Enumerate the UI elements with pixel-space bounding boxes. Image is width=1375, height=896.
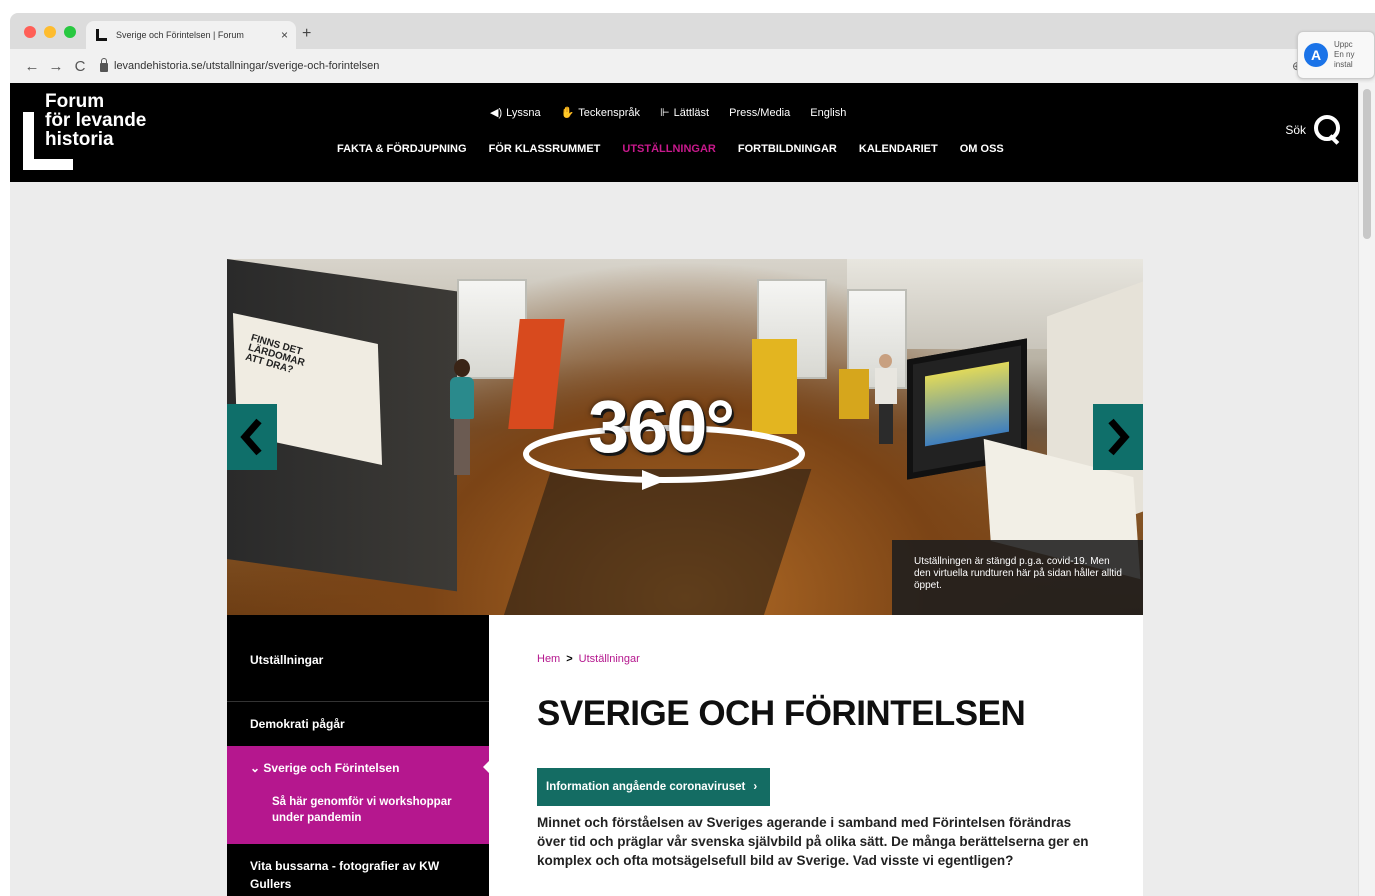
utility-link-lattlast[interactable]: ⊩ Lättläst	[660, 106, 710, 120]
forward-button[interactable]: →	[44, 58, 68, 75]
extension-popup-text: Uppc En ny instal	[1334, 40, 1354, 70]
utility-link-label: Lyssna	[506, 106, 541, 119]
search-button[interactable]: Sök	[1285, 115, 1340, 145]
utility-link-lyssna[interactable]: ◀) Lyssna	[490, 106, 541, 120]
main-content: Hem > Utställningar SVERIGE OCH FÖRINTEL…	[489, 615, 1143, 896]
easy-read-icon: ⊩	[660, 107, 670, 119]
extension-line: En ny	[1334, 50, 1355, 59]
browser-tab[interactable]: Sverige och Förintelsen | Forum ×	[86, 21, 296, 49]
url-text: levandehistoria.se/utstallningar/sverige…	[114, 60, 380, 72]
breadcrumb-current[interactable]: Utställningar	[579, 653, 640, 665]
tab-title: Sverige och Förintelsen | Forum	[116, 30, 244, 40]
extension-line: Uppc	[1334, 40, 1353, 49]
extension-line: instal	[1334, 60, 1353, 69]
main-nav-klassrummet[interactable]: FÖR KLASSRUMMET	[489, 143, 601, 155]
new-tab-button[interactable]: +	[302, 25, 311, 43]
utility-link-label: Lättläst	[673, 106, 710, 119]
side-nav-item-demokrati[interactable]: Demokrati pågår	[227, 717, 489, 731]
reload-button[interactable]: C	[68, 58, 92, 75]
utility-link-teckensprak[interactable]: ✋ Teckenspråk	[560, 106, 641, 120]
breadcrumb: Hem > Utställningar	[537, 653, 640, 665]
main-nav-kalendariet[interactable]: KALENDARIET	[859, 143, 938, 155]
main-nav-om-oss[interactable]: OM OSS	[960, 143, 1004, 155]
minimize-window-button[interactable]	[44, 26, 56, 38]
hero-scene	[839, 369, 869, 419]
scrollbar-thumb[interactable]	[1363, 89, 1371, 239]
tab-close-icon[interactable]: ×	[281, 28, 288, 42]
logo-mark	[23, 159, 73, 170]
badge-360[interactable]: 360°	[522, 384, 807, 494]
divider	[227, 701, 489, 702]
intro-paragraph: Minnet och förståelsen av Sveriges agera…	[537, 815, 1089, 868]
tab-strip: Sverige och Förintelsen | Forum × +	[10, 13, 1375, 49]
utility-link-press[interactable]: Press/Media	[729, 106, 790, 119]
hero-prev-button[interactable]	[227, 404, 277, 470]
side-nav-item-sverige[interactable]: ⌄ Sverige och Förintelsen	[227, 761, 489, 775]
maximize-window-button[interactable]	[64, 26, 76, 38]
hero-visitor	[449, 359, 475, 479]
content-row: Utställningar Demokrati pågår ⌄ Sverige …	[227, 615, 1143, 896]
close-window-button[interactable]	[24, 26, 36, 38]
speaker-icon: ◀)	[490, 107, 503, 119]
search-label: Sök	[1285, 123, 1306, 137]
hero-visitor	[875, 354, 897, 444]
lock-icon	[100, 58, 108, 72]
sign-language-icon: ✋	[560, 107, 575, 119]
hero-360-viewer[interactable]: FINNS DET LÄRDOMAR ATT DRA? 360° Utställ…	[227, 259, 1143, 615]
browser-chrome: Sverige och Förintelsen | Forum × + ← → …	[10, 13, 1375, 83]
main-nav-fakta[interactable]: FAKTA & FÖRDJUPNING	[337, 143, 467, 155]
utility-nav: ◀) Lyssna ✋ Teckenspråk ⊩ Lättläst Press/Me…	[490, 106, 846, 120]
scrollbar[interactable]	[1358, 83, 1375, 896]
address-bar[interactable]: levandehistoria.se/utstallningar/sverige…	[100, 58, 1280, 72]
main-nav-fortbildningar[interactable]: FORTBILDNINGAR	[738, 143, 837, 155]
utility-link-english[interactable]: English	[810, 106, 846, 119]
search-icon	[1314, 115, 1340, 145]
badge-360-text: 360°	[588, 385, 735, 468]
side-nav: Utställningar Demokrati pågår ⌄ Sverige …	[227, 615, 489, 896]
hero-caption: Utställningen är stängd p.g.a. covid-19.…	[892, 540, 1143, 615]
site-header: Forum för levande historia ◀) Lyssna ✋ Tec…	[10, 83, 1358, 182]
hero-next-button[interactable]	[1093, 404, 1143, 470]
side-nav-item-utstallningar[interactable]: Utställningar	[227, 653, 489, 667]
back-button[interactable]: ←	[20, 58, 44, 75]
site-favicon-icon	[94, 28, 108, 42]
utility-link-label: Teckenspråk	[578, 106, 641, 119]
site-logo[interactable]: Forum för levande historia	[23, 90, 163, 172]
corona-info-button[interactable]: Information angående coronaviruset ›	[537, 768, 771, 806]
breadcrumb-home[interactable]: Hem	[537, 653, 560, 665]
main-nav: FAKTA & FÖRDJUPNING FÖR KLASSRUMMET UTST…	[337, 143, 1004, 155]
chevron-left-icon	[240, 418, 262, 456]
hero-scene	[925, 361, 1009, 447]
chevron-right-icon	[1108, 418, 1130, 456]
page-title: SVERIGE OCH FÖRINTELSEN	[537, 694, 1026, 733]
browser-toolbar: ← → C levandehistoria.se/utstallningar/s…	[10, 49, 1375, 83]
chevron-right-icon: ›	[753, 781, 758, 793]
side-nav-item-vita-bussarna[interactable]: Vita bussarna - fotografier av KW Guller…	[227, 857, 467, 893]
logo-text: Forum för levande historia	[45, 91, 147, 150]
breadcrumb-separator: >	[566, 653, 573, 665]
side-nav-item-workshoppar[interactable]: Så här genomför vi workshoppar under pan…	[227, 794, 477, 826]
app-store-icon: A	[1304, 43, 1328, 67]
extension-popup[interactable]: A Uppc En ny instal	[1297, 31, 1375, 79]
corona-info-label: Information angående coronaviruset	[546, 781, 746, 793]
main-nav-utstallningar[interactable]: UTSTÄLLNINGAR	[622, 143, 716, 155]
